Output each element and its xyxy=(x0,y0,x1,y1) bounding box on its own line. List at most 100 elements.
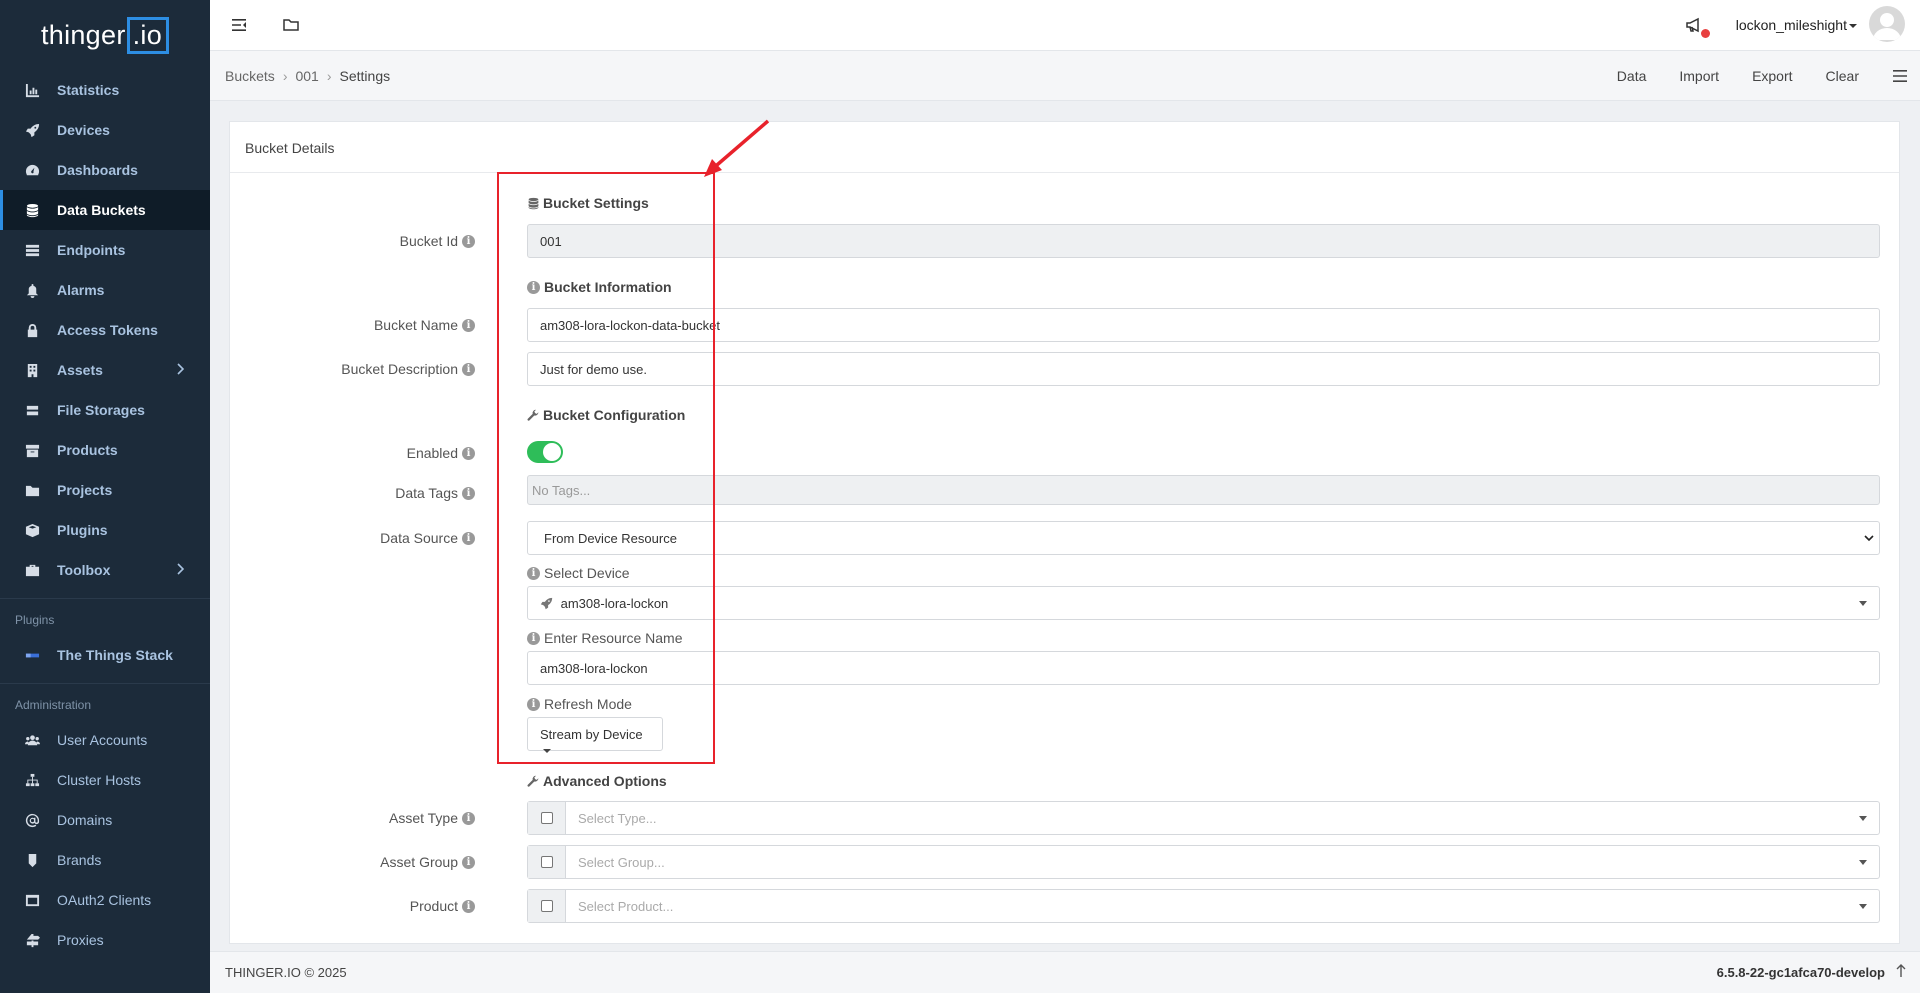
info-icon[interactable]: i xyxy=(462,855,475,869)
info-icon[interactable]: i xyxy=(462,531,475,545)
asset-group-checkbox[interactable] xyxy=(541,856,553,868)
sidebar-item-brands[interactable]: Brands xyxy=(0,840,210,880)
sidebar-item-label: User Accounts xyxy=(57,732,148,748)
breadcrumb-bucket-id[interactable]: 001 xyxy=(295,68,318,84)
copyright: THINGER.IO © 2025 xyxy=(225,965,347,980)
sidebar-item-cluster-hosts[interactable]: Cluster Hosts xyxy=(0,760,210,800)
breadcrumb-buckets[interactable]: Buckets xyxy=(225,68,275,84)
asset-group-select[interactable]: Select Group... xyxy=(527,845,1880,879)
sidebar-item-file-storages[interactable]: File Storages xyxy=(0,390,210,430)
caret-down-icon xyxy=(1849,24,1857,29)
at-icon xyxy=(24,812,40,828)
sidebar-item-label: File Storages xyxy=(57,402,145,418)
building-icon xyxy=(24,362,40,378)
users-icon xyxy=(24,732,40,748)
hamburger-menu-icon[interactable] xyxy=(1892,69,1908,83)
chevron-right-icon: › xyxy=(282,68,288,84)
bucket-id-field: 001 xyxy=(527,224,1880,258)
chevron-right-icon xyxy=(177,563,184,575)
page-actions: Data Import Export Clear xyxy=(1617,51,1920,101)
label-text: Bucket Name xyxy=(373,317,458,333)
placeholder: Select Product... xyxy=(578,899,674,914)
info-icon[interactable]: i xyxy=(462,486,475,500)
data-button[interactable]: Data xyxy=(1617,68,1647,84)
sidebar-item-label: OAuth2 Clients xyxy=(57,892,152,908)
toolbox-icon xyxy=(24,562,40,578)
label-text: Bucket Description xyxy=(341,361,458,377)
user-menu[interactable]: lockon_mileshight xyxy=(1736,17,1857,33)
bucket-description-input[interactable]: Just for demo use. xyxy=(527,352,1880,386)
sidebar-item-access-tokens[interactable]: Access Tokens xyxy=(0,310,210,350)
info-icon[interactable]: i xyxy=(462,899,475,913)
info-icon[interactable]: i xyxy=(462,811,475,825)
data-source-select[interactable]: From Device Resource xyxy=(527,521,1880,555)
avatar[interactable] xyxy=(1869,6,1905,42)
folder-icon[interactable] xyxy=(282,16,300,34)
data-tags-input[interactable]: No Tags... xyxy=(527,475,1880,505)
sidebar-item-the-things-stack[interactable]: The Things Stack xyxy=(0,635,210,675)
top-bar: lockon_mileshight xyxy=(210,0,1920,51)
sidebar-item-assets[interactable]: Assets xyxy=(0,350,210,390)
sidebar-item-data-buckets[interactable]: Data Buckets xyxy=(0,190,210,230)
info-icon[interactable]: i xyxy=(462,446,475,460)
bucket-name-input[interactable]: am308-lora-lockon-data-bucket xyxy=(527,308,1880,342)
info-icon[interactable]: i xyxy=(462,234,475,248)
dashboard-icon xyxy=(24,162,40,178)
sidebar-item-label: Brands xyxy=(57,852,102,868)
sidebar-item-label: Proxies xyxy=(57,932,104,948)
arrow-up-icon[interactable] xyxy=(1896,964,1906,978)
sidebar-item-label: Assets xyxy=(57,362,103,378)
bell-icon xyxy=(24,282,40,298)
sidebar-item-products[interactable]: Products xyxy=(0,430,210,470)
sidebar-toggle-icon[interactable] xyxy=(230,16,248,34)
sidebar-item-label: Plugins xyxy=(57,522,108,538)
chart-icon xyxy=(24,82,40,98)
clear-button[interactable]: Clear xyxy=(1826,68,1859,84)
sidebar-item-endpoints[interactable]: Endpoints xyxy=(0,230,210,270)
sidebar-item-label: The Things Stack xyxy=(57,647,173,663)
breadcrumb-current: Settings xyxy=(339,68,391,84)
label-asset-group: Asset Group i xyxy=(380,854,475,870)
sidebar-item-label: Alarms xyxy=(57,282,105,298)
placeholder: Select Type... xyxy=(578,811,657,826)
sidebar-item-label: Devices xyxy=(57,122,110,138)
sidebar-item-devices[interactable]: Devices xyxy=(0,110,210,150)
resource-name-input[interactable]: am308-lora-lockon xyxy=(527,651,1880,685)
label-enabled: Enabled i xyxy=(407,445,475,461)
sidebar-section-administration: Administration xyxy=(15,698,92,712)
annotation-arrow-icon xyxy=(704,119,770,177)
sidebar-item-toolbox[interactable]: Toolbox xyxy=(0,550,210,590)
asset-type-select[interactable]: Select Type... xyxy=(527,801,1880,835)
export-button[interactable]: Export xyxy=(1752,68,1792,84)
sidebar-section-plugins: Plugins xyxy=(15,613,55,627)
wrench-icon xyxy=(527,775,539,787)
rocket-icon xyxy=(24,122,40,138)
info-icon[interactable]: i xyxy=(462,362,475,376)
sidebar-item-proxies[interactable]: Proxies xyxy=(0,920,210,960)
asset-type-checkbox[interactable] xyxy=(541,812,553,824)
label-text: Data Source xyxy=(380,530,458,546)
device-select[interactable]: am308-lora-lockon xyxy=(527,586,1880,620)
breadcrumb: Buckets › 001 › Settings xyxy=(225,68,390,84)
product-checkbox[interactable] xyxy=(541,900,553,912)
sidebar-item-alarms[interactable]: Alarms xyxy=(0,270,210,310)
sidebar-item-dashboards[interactable]: Dashboards xyxy=(0,150,210,190)
sidebar-item-statistics[interactable]: Statistics xyxy=(0,70,210,110)
sidebar-item-plugins[interactable]: Plugins xyxy=(0,510,210,550)
import-button[interactable]: Import xyxy=(1679,68,1719,84)
sidebar-item-label: Toolbox xyxy=(57,562,111,578)
chevron-right-icon xyxy=(177,363,184,375)
sidebar-item-label: Data Buckets xyxy=(57,202,146,218)
sidebar-item-label: Cluster Hosts xyxy=(57,772,142,788)
sidebar-item-projects[interactable]: Projects xyxy=(0,470,210,510)
logo[interactable]: thinger .io xyxy=(0,0,210,70)
bucket-details-panel: Bucket Details Bucket Settings Bucket Id… xyxy=(229,121,1900,944)
sidebar-item-user-accounts[interactable]: User Accounts xyxy=(0,720,210,760)
logo-box: .io xyxy=(126,16,170,54)
sidebar-item-oauth2-clients[interactable]: OAuth2 Clients xyxy=(0,880,210,920)
product-select[interactable]: Select Product... xyxy=(527,889,1880,923)
info-icon[interactable]: i xyxy=(462,318,475,332)
lock-icon xyxy=(24,322,40,338)
sidebar-item-domains[interactable]: Domains xyxy=(0,800,210,840)
hdd-icon xyxy=(24,402,40,418)
